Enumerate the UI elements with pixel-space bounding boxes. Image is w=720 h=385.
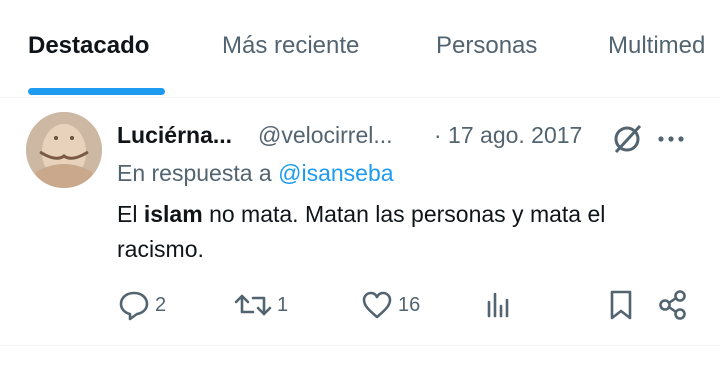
reply-context: En respuesta a @isanseba (117, 160, 394, 187)
active-tab-indicator (28, 88, 165, 95)
tab-destacado[interactable]: Destacado (28, 32, 149, 60)
retweet-icon[interactable] (233, 288, 273, 322)
avatar[interactable] (26, 112, 102, 188)
views-icon[interactable] (482, 288, 516, 322)
tweet-text-line2: racismo. (117, 236, 204, 262)
tweet-date[interactable]: · 17 ago. 2017 (434, 122, 582, 149)
tab-mas-reciente[interactable]: Más reciente (222, 32, 359, 60)
tweet-text-prefix: El (117, 201, 138, 227)
tweet-text-highlight: islam (143, 201, 203, 227)
tweet-text: El islam no mata. Matan las personas y m… (117, 197, 697, 267)
retweet-count: 1 (277, 294, 289, 316)
avatar-image (26, 112, 102, 188)
author-name[interactable]: Luciérna... (117, 122, 232, 149)
reply-count: 2 (155, 294, 167, 316)
share-icon[interactable] (656, 288, 690, 322)
reply-mention-link[interactable]: @isanseba (278, 160, 393, 186)
tab-personas[interactable]: Personas (436, 32, 537, 60)
reply-icon[interactable] (117, 288, 151, 322)
more-icon[interactable] (658, 134, 684, 144)
reply-prefix: En respuesta a (117, 160, 272, 186)
author-handle[interactable]: @velocirrel... (258, 122, 393, 149)
like-count: 16 (398, 294, 421, 316)
grok-icon[interactable] (610, 122, 644, 156)
tab-multimedia[interactable]: Multimed (608, 32, 705, 60)
tweet-text-rest: no mata. Matan las personas y mata el (209, 201, 606, 227)
bookmark-icon[interactable] (604, 288, 638, 322)
like-icon[interactable] (360, 288, 394, 322)
tab-bar: Destacado Más reciente Personas Multimed (0, 0, 720, 98)
